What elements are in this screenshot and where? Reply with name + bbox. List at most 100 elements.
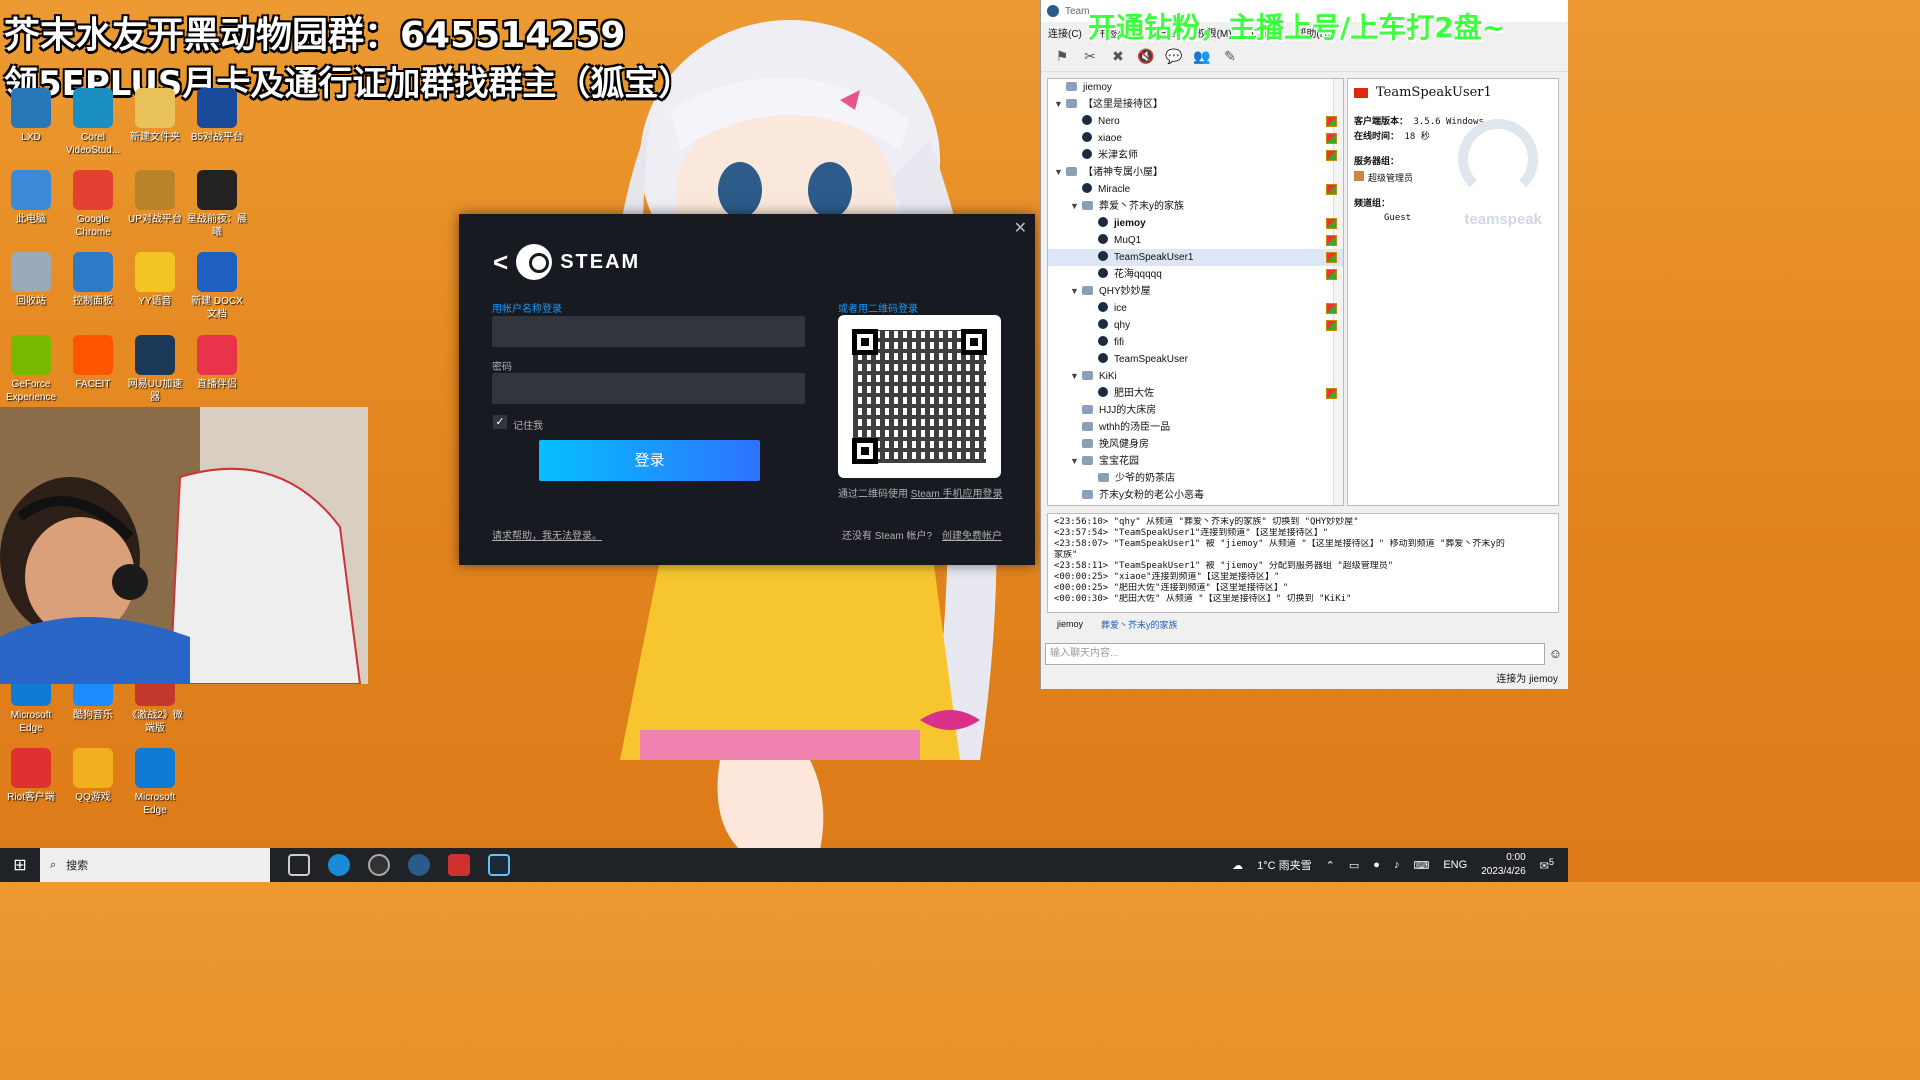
back-arrow-icon[interactable]: < [493, 247, 508, 278]
desktop-icon[interactable]: YY语音 [124, 252, 186, 308]
tree-channel[interactable]: wthh的汤臣一品 [1048, 419, 1343, 436]
away-icon[interactable]: 💬 [1165, 48, 1183, 66]
tree-user[interactable]: 肥田大佐 [1048, 385, 1343, 402]
desktop-icon[interactable]: 新建文件夹 [124, 88, 186, 144]
desktop-icon[interactable]: LXD [0, 88, 62, 144]
tree-channel[interactable]: 挽风健身房 [1048, 436, 1343, 453]
desktop-icon[interactable]: 直播伴侣 [186, 335, 248, 391]
clock[interactable]: 0:00 2023/4/26 [1481, 851, 1526, 879]
help-link[interactable]: 请求帮助，我无法登录。 [492, 527, 602, 542]
online-label: 在线时间： [1354, 132, 1400, 142]
tree-user[interactable]: MuQ1 [1048, 232, 1343, 249]
desktop-icon[interactable]: FACEIT [62, 335, 124, 391]
windows-start-icon[interactable]: ⊞ [0, 855, 40, 875]
expand-arrow-icon[interactable]: ▼ [1070, 453, 1082, 470]
tree-label: 葬爱丶芥末y的家族 [1099, 201, 1184, 212]
tree-user[interactable]: Nero [1048, 113, 1343, 130]
edge-icon[interactable] [328, 854, 350, 876]
user-status-icon [1098, 336, 1108, 346]
disconnect-icon[interactable]: ✂ [1081, 48, 1099, 66]
tree-user[interactable]: TeamSpeakUser1 [1048, 249, 1343, 266]
tree-server[interactable]: jiemoy [1048, 79, 1343, 96]
tray-expand-icon[interactable]: ⌃ [1326, 859, 1335, 872]
contacts-icon[interactable]: 👥 [1193, 48, 1211, 66]
desktop-icon-label: 星战前夜：晨曦 [187, 214, 247, 238]
mute-speaker-icon[interactable]: 🔇 [1137, 48, 1155, 66]
tree-channel[interactable]: ▼ KiKi [1048, 368, 1343, 385]
remember-checkbox[interactable]: ✓ [493, 415, 507, 429]
chat-tab-channel[interactable]: 葬爱丶芥末y的家族 [1101, 618, 1178, 631]
expand-arrow-icon[interactable]: ▼ [1070, 283, 1082, 300]
desktop-icon[interactable]: 网易UU加速器 [124, 335, 186, 404]
tree-channel[interactable]: 少爷的奶茶店 [1048, 470, 1343, 487]
emoji-icon[interactable]: ☺ [1549, 646, 1562, 661]
keyboard-icon[interactable]: ⌨ [1413, 859, 1429, 872]
ts-title: Team [1065, 5, 1090, 17]
tree-user[interactable]: xiaoe [1048, 130, 1343, 147]
desktop-icon[interactable]: 新建 DOCX 文档 [186, 252, 248, 321]
taskbar-search[interactable]: ⌕ 搜索 [40, 848, 270, 882]
tree-user[interactable]: TeamSpeakUser [1048, 351, 1343, 368]
tree-channel[interactable]: ▼ 葬爱丶芥末y的家族 [1048, 198, 1343, 215]
whisper-icon[interactable]: ✎ [1221, 48, 1239, 66]
notification-icon[interactable]: ✉5 [1540, 857, 1554, 873]
expand-arrow-icon[interactable]: ▼ [1070, 368, 1082, 385]
tree-user[interactable]: jiemoy [1048, 215, 1343, 232]
tree-label: HJJ的大床房 [1099, 405, 1157, 416]
expand-arrow-icon[interactable]: ▼ [1054, 164, 1066, 181]
password-input[interactable] [492, 373, 805, 404]
wps-icon[interactable] [448, 854, 470, 876]
tree-channel[interactable]: ▼ QHY妙妙屋 [1048, 283, 1343, 300]
help-link-text[interactable]: 请求帮助，我无法登录。 [492, 531, 602, 542]
desktop-icon[interactable]: QQ游戏 [62, 748, 124, 804]
close-icon[interactable]: ✕ [1014, 218, 1027, 238]
tree-user[interactable]: ice [1048, 300, 1343, 317]
create-account-link[interactable]: 创建免费帐户 [942, 527, 1002, 542]
qr-hint-link[interactable]: Steam 手机应用登录 [911, 489, 1003, 500]
tree-channel[interactable]: ▼ 【诸神专属小屋】 [1048, 164, 1343, 181]
tree-label: 【这里是接待区】 [1083, 99, 1163, 110]
connect-icon[interactable]: ⚑ [1053, 48, 1071, 66]
language-indicator[interactable]: ENG [1443, 859, 1467, 871]
desktop-icon[interactable]: Corel VideoStud... [62, 88, 124, 157]
desktop-icon[interactable]: 回收站 [0, 252, 62, 308]
login-button[interactable]: 登录 [539, 440, 760, 481]
desktop-icon[interactable]: Google Chrome [62, 170, 124, 239]
desktop-icon[interactable]: 此电脑 [0, 170, 62, 226]
tree-channel[interactable]: 芥末y女粉的老公小恶毒 [1048, 487, 1343, 504]
teamspeak-taskbar-icon[interactable] [408, 854, 430, 876]
ts-menu-item[interactable]: 连接(C) [1048, 25, 1082, 40]
user-status-icon [1098, 268, 1108, 278]
chat-tab-server[interactable]: jiemoy [1057, 619, 1083, 629]
username-input[interactable] [492, 316, 805, 347]
tree-channel[interactable]: ▼ 宝宝花园 [1048, 453, 1343, 470]
expand-arrow-icon[interactable]: ▼ [1070, 198, 1082, 215]
user-status-icon [1082, 149, 1092, 159]
desktop-icon[interactable]: 星战前夜：晨曦 [186, 170, 248, 239]
tree-user[interactable]: 花海qqqqq [1048, 266, 1343, 283]
steam-taskbar-icon[interactable] [488, 854, 510, 876]
volume-icon[interactable]: ♪ [1394, 859, 1400, 871]
task-view-icon[interactable] [288, 854, 310, 876]
desktop-icon[interactable]: Microsoft Edge [124, 748, 186, 817]
tree-channel[interactable]: ▼ 【这里是接待区】 [1048, 96, 1343, 113]
desktop-icon-label: Corel VideoStud... [65, 132, 121, 156]
tree-user[interactable]: Miracle [1048, 181, 1343, 198]
mute-mic-icon[interactable]: ✖ [1109, 48, 1127, 66]
tree-user[interactable]: 米津玄师 [1048, 147, 1343, 164]
expand-arrow-icon[interactable]: ▼ [1054, 96, 1066, 113]
create-account-text[interactable]: 创建免费帐户 [942, 531, 1002, 542]
obs-icon[interactable] [368, 854, 390, 876]
user-status-icon [1098, 319, 1108, 329]
desktop-icon[interactable]: GeForce Experience [0, 335, 62, 404]
tree-channel[interactable]: HJJ的大床房 [1048, 402, 1343, 419]
tree-user[interactable]: qhy [1048, 317, 1343, 334]
desktop-icon[interactable]: Riot客户端 [0, 748, 62, 804]
network-icon[interactable]: ▭ [1349, 859, 1359, 872]
microphone-icon[interactable]: ● [1373, 859, 1380, 871]
desktop-icon[interactable]: 控制面板 [62, 252, 124, 308]
tree-user[interactable]: fifi [1048, 334, 1343, 351]
chat-input[interactable]: 输入聊天内容... [1045, 643, 1545, 665]
desktop-icon[interactable]: UP对战平台 [124, 170, 186, 226]
desktop-icon[interactable]: B5对战平台 [186, 88, 248, 144]
